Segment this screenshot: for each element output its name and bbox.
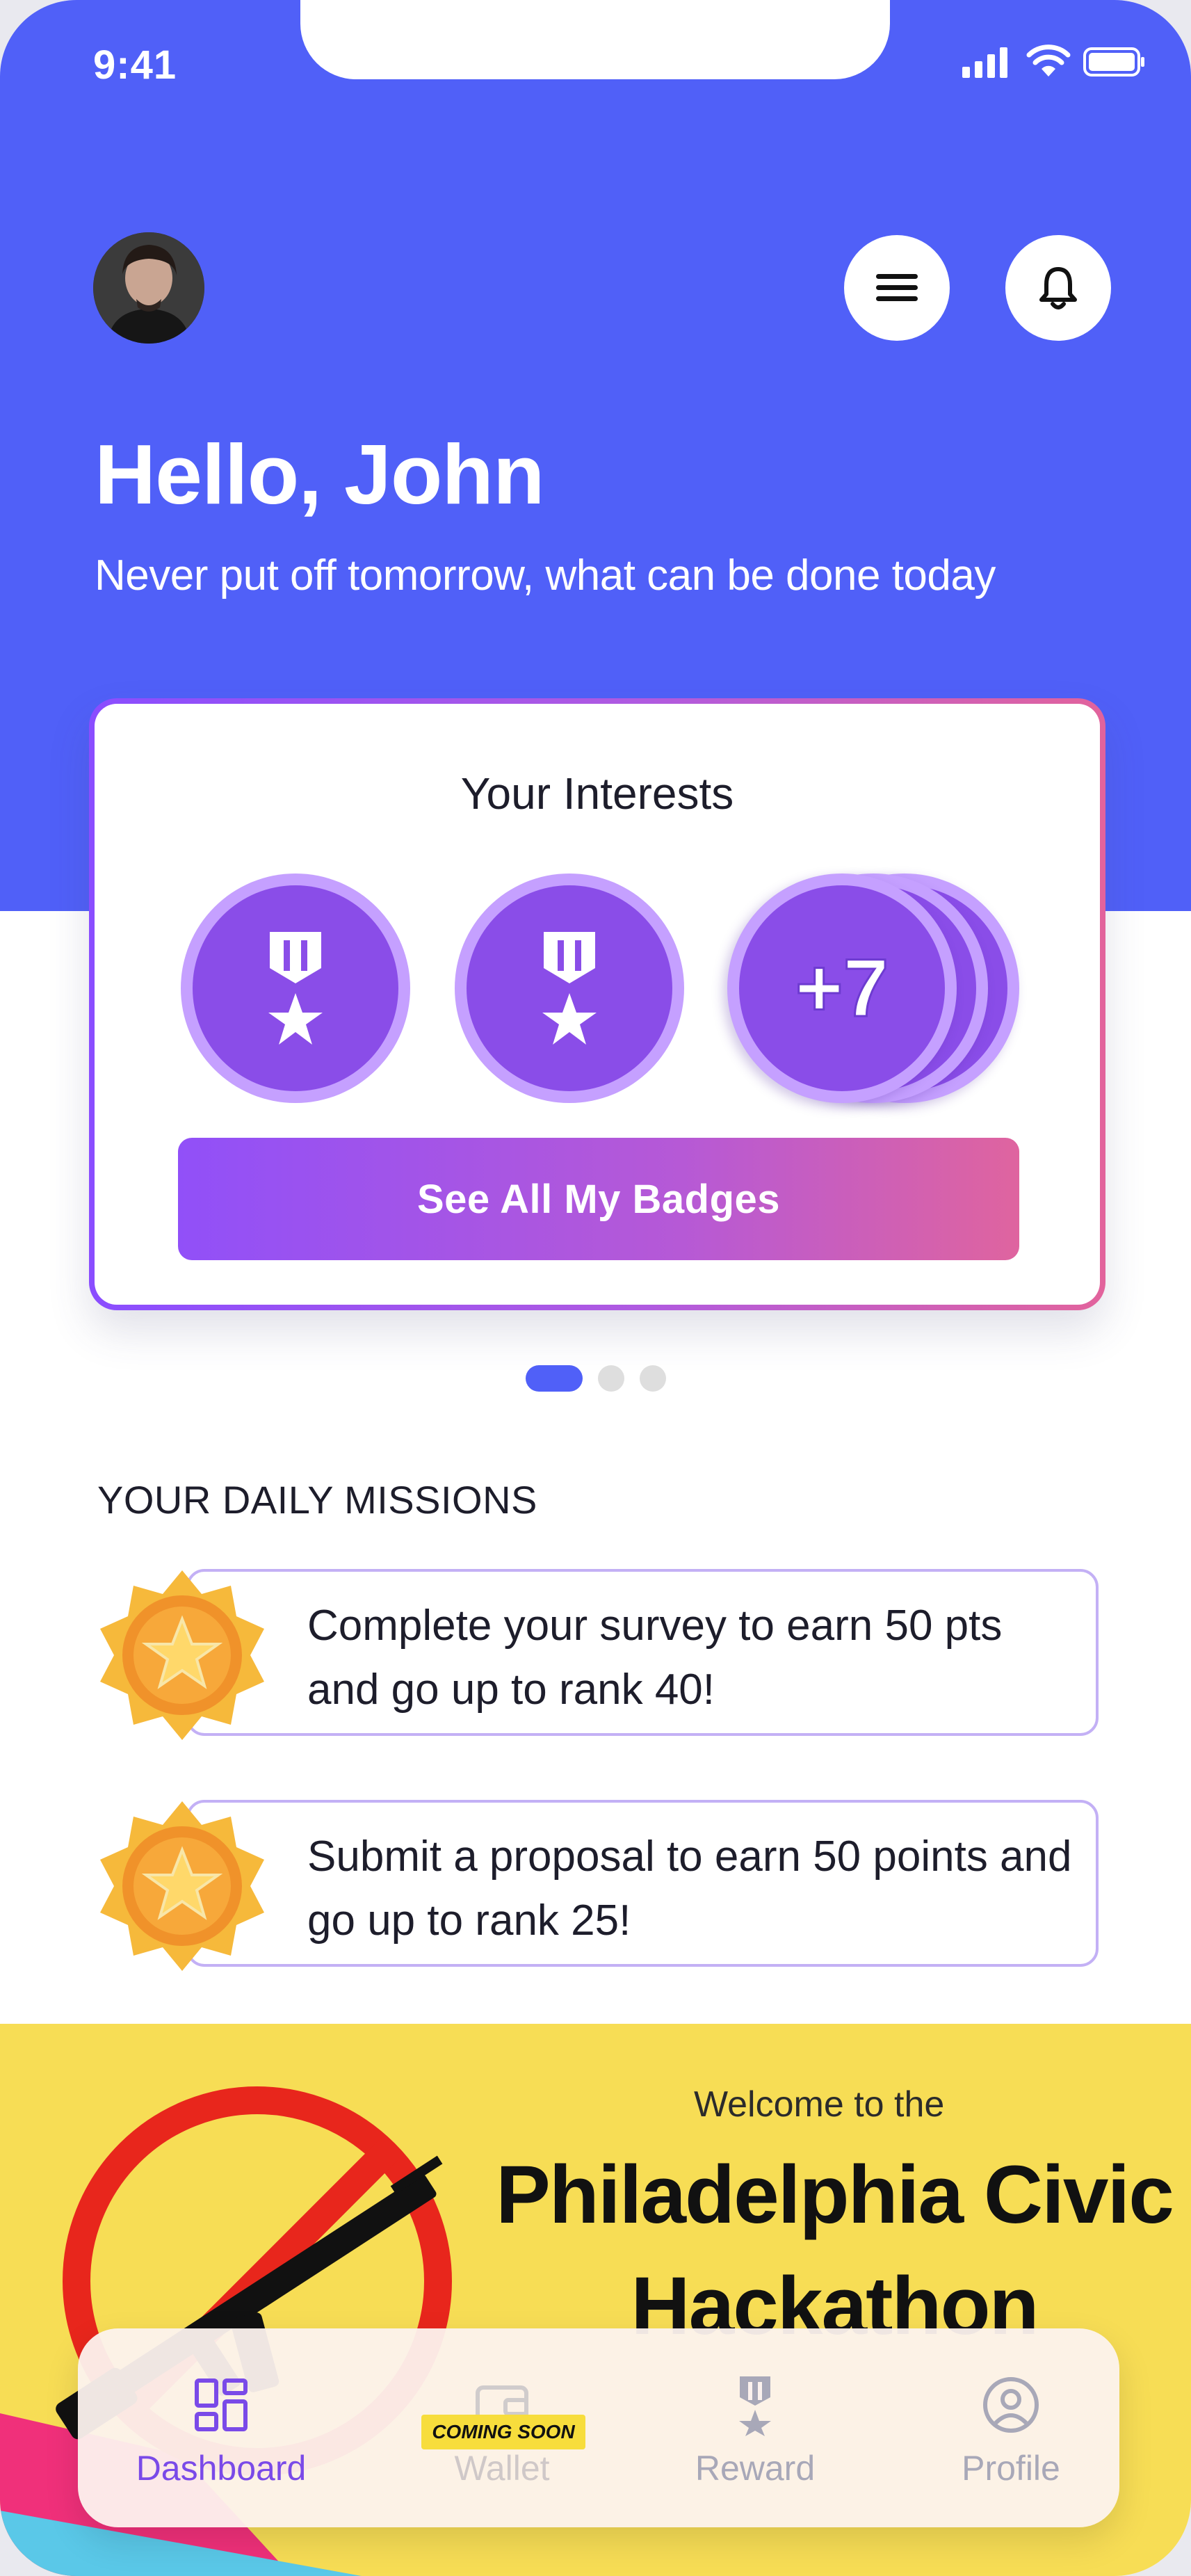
interests-card: Your Interests +7 See All My Badges [89,698,1105,1310]
status-icons [962,43,1144,85]
phone-screen: 9:41 Hello, John Never put off tomorrow,… [0,0,1191,2576]
greeting-title: Hello, John [95,427,544,522]
nav-label: Reward [695,2449,816,2488]
medal-star-icon [542,932,597,1045]
mission-card[interactable]: Submit a proposal to earn 50 points and … [186,1800,1099,1967]
coming-soon-badge: COMING SOON [421,2415,585,2449]
battery-icon [1083,47,1144,77]
interest-badge[interactable] [455,874,684,1103]
banner-subtitle: Welcome to the [694,2084,945,2125]
wifi-icon [1026,45,1071,77]
nav-label: Profile [962,2449,1060,2488]
nav-label: Wallet [454,2449,550,2488]
carousel-dot[interactable] [598,1365,624,1392]
mission-text: Submit a proposal to earn 50 points and … [307,1833,1072,1945]
interest-badge[interactable] [181,874,410,1103]
avatar-photo [93,232,204,344]
hamburger-icon [876,274,918,301]
interests-title: Your Interests [460,768,734,819]
bell-icon [1039,267,1077,309]
gold-star-medal-icon [100,1801,264,1971]
nav-dashboard[interactable]: Dashboard [117,2370,325,2488]
see-all-badges-button[interactable]: See All My Badges [178,1138,1019,1260]
device-notch [300,0,890,79]
status-time: 9:41 [93,42,177,88]
user-avatar[interactable] [93,232,204,344]
more-badges-stack[interactable]: +7 [727,874,1019,1103]
carousel-dot-active[interactable] [526,1365,583,1392]
menu-button[interactable] [844,235,950,341]
gold-star-medal-icon [100,1570,264,1740]
nav-reward[interactable]: Reward [651,2370,859,2488]
dashboard-icon [195,2378,248,2431]
signal-icon [962,47,1007,78]
bottom-navigation: Dashboard Wallet COMING SOON Reward Prof… [78,2328,1119,2527]
medal-star-icon [268,932,323,1045]
greeting-quote: Never put off tomorrow, what can be done… [95,552,996,599]
more-badges-count: +7 [794,942,890,1036]
profile-icon [983,2377,1039,2433]
mission-card[interactable]: Complete your survey to earn 50 pts and … [186,1569,1099,1736]
mission-text: Complete your survey to earn 50 pts and … [307,1602,1003,1714]
carousel-dot[interactable] [640,1365,666,1392]
carousel-indicator [526,1365,681,1392]
notifications-button[interactable] [1005,235,1111,341]
missions-section-title: YOUR DAILY MISSIONS [97,1478,537,1522]
reward-icon [739,2376,771,2436]
nav-profile[interactable]: Profile [907,2370,1115,2488]
nav-label: Dashboard [136,2449,307,2488]
